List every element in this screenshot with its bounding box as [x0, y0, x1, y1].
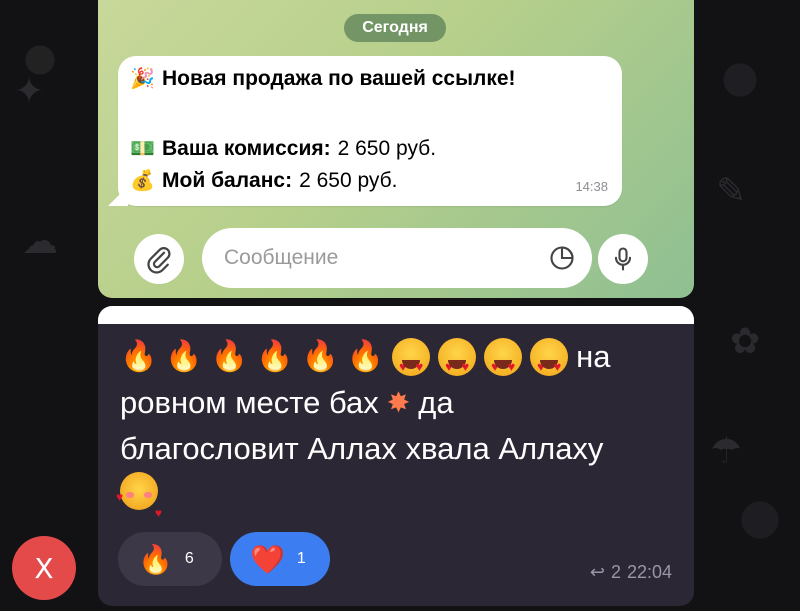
commission-value: 2 650 руб.: [337, 136, 437, 160]
money-icon: 💵: [130, 138, 155, 160]
party-popper-icon: 🎉: [130, 68, 155, 90]
fire-icon: 🔥: [256, 340, 294, 373]
microphone-button[interactable]: [598, 234, 648, 284]
message-time: 14:38: [575, 179, 608, 194]
heart-eyes-icon: [438, 338, 477, 390]
reaction-heart[interactable]: ❤️ 1: [230, 532, 330, 586]
fire-icon: 🔥: [165, 340, 203, 373]
top-strip: [98, 306, 694, 324]
heart-eyes-icon: [530, 338, 569, 390]
heart-eyes-icon: [392, 338, 431, 390]
fire-icon: 🔥: [120, 340, 158, 373]
emoji-row: 🔥 🔥 🔥 🔥 🔥 🔥 на: [120, 334, 680, 390]
reaction-count: 1: [296, 550, 306, 567]
sale-message-bubble: 🎉 Новая продажа по вашей ссылке! 💵 Ваша …: [108, 56, 622, 206]
money-bag-icon: 💰: [130, 170, 155, 192]
microphone-icon: [614, 247, 632, 271]
top-chat-screenshot: Сегодня 🎉 Новая продажа по вашей ссылке!…: [98, 0, 694, 298]
attach-button[interactable]: [134, 234, 184, 284]
reaction-fire[interactable]: 🔥 6: [118, 532, 222, 586]
commission-line: 💵 Ваша комиссия: 2 650 руб.: [130, 136, 436, 161]
close-button[interactable]: X: [12, 536, 76, 600]
heart-icon: ❤️: [250, 543, 285, 575]
message-time: 22:04: [626, 562, 672, 582]
commission-label: Ваша комиссия:: [162, 136, 331, 160]
message-meta: ↩ 2 22:04: [590, 562, 672, 583]
sale-title-line: 🎉 Новая продажа по вашей ссылке!: [130, 66, 516, 91]
reply-arrow-icon: ↩: [589, 562, 605, 582]
message-line-2-text: ровном месте бах: [120, 385, 379, 420]
paperclip-icon: [147, 246, 171, 274]
date-pill: Сегодня: [344, 14, 446, 42]
dark-message-text: 🔥 🔥 🔥 🔥 🔥 🔥 на ровном месте бах ✸ да бла…: [116, 334, 680, 520]
heart-eyes-icon: [484, 338, 523, 390]
fire-icon: 🔥: [301, 340, 339, 373]
balance-value: 2 650 руб.: [299, 168, 398, 192]
fire-icon: 🔥: [138, 543, 173, 575]
bubble-tail: [108, 186, 128, 206]
smiling-face-hearts-icon: ♥ ♥: [116, 472, 162, 520]
message-input[interactable]: [222, 245, 526, 271]
doodle-icon: ✎: [716, 170, 747, 211]
reply-count: 2: [610, 562, 621, 582]
message-line-3: благословит Аллах хвала Аллаху: [120, 431, 604, 466]
doodle-icon: ☁: [22, 220, 58, 261]
message-line-4: ♥ ♥: [116, 472, 680, 520]
message-input-field[interactable]: [202, 228, 592, 288]
reaction-count: 6: [184, 550, 194, 567]
balance-line: 💰 Мой баланс: 2 650 руб.: [130, 168, 398, 193]
doodle-icon: ☂: [710, 430, 743, 471]
fire-icon: 🔥: [210, 340, 249, 373]
fire-icon: 🔥: [346, 340, 385, 373]
message-suffix: на: [576, 339, 611, 374]
bottom-chat-screenshot: 🔥 🔥 🔥 🔥 🔥 🔥 на ровном месте бах ✸ да бла…: [98, 306, 694, 606]
balance-label: Мой баланс:: [162, 168, 293, 192]
sale-title: Новая продажа по вашей ссылке!: [162, 66, 516, 90]
doodle-icon: ✦: [14, 70, 45, 111]
doodle-icon: ✿: [730, 320, 761, 361]
sticker-icon[interactable]: [548, 244, 576, 272]
